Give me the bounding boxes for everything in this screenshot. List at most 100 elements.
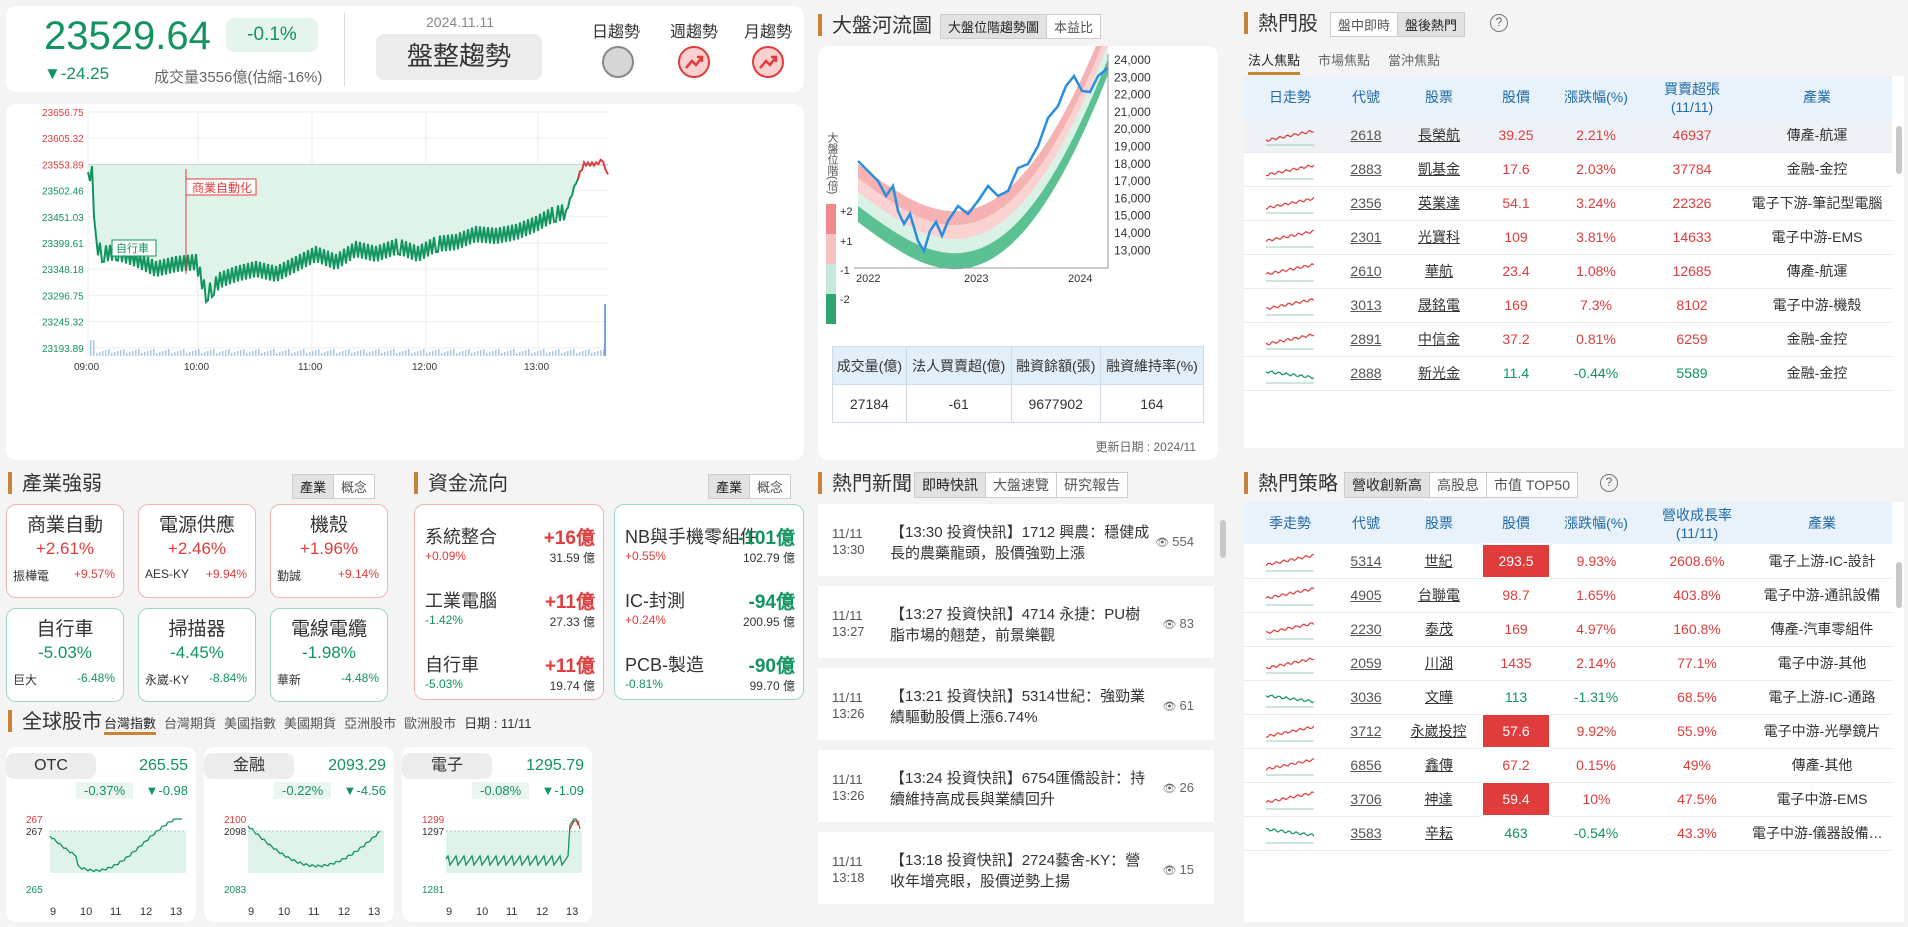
table-row[interactable]: 3583 辛耘 463 -0.54% 43.3% 電子中游-儀器設備工... xyxy=(1244,816,1892,851)
cell-code[interactable]: 5314 xyxy=(1336,544,1396,579)
table-row[interactable]: 2059 川湖 1435 2.14% 77.1% 電子中游-其他 xyxy=(1244,646,1892,681)
cell-name[interactable]: 永崴投控 xyxy=(1396,714,1482,749)
cell-code[interactable]: 2888 xyxy=(1336,356,1396,391)
cell-name[interactable]: 文曄 xyxy=(1396,680,1482,715)
cell-name[interactable]: 鑫傳 xyxy=(1396,748,1482,783)
table-row[interactable]: 2883 凱基金 17.6 2.03% 37784 金融-金控 xyxy=(1244,152,1892,187)
news-headline[interactable]: 【13:21 投資快訊】5314世紀：強勁業績驅動股價上漲6.74% xyxy=(890,686,1150,728)
column-header[interactable]: 產業 xyxy=(1742,76,1892,118)
cell-code[interactable]: 2883 xyxy=(1336,152,1396,187)
news-item[interactable]: 11/11 13:30 【13:30 投資快訊】1712 興農：穩健成長的農藥龍頭… xyxy=(818,504,1214,576)
tab-after-hours[interactable]: 盤後熱門 xyxy=(1398,13,1465,36)
tab-news-live[interactable]: 即時快訊 xyxy=(915,473,986,497)
flow-row[interactable]: 自行車 +11億 -5.03% 19.74 億 xyxy=(415,641,603,695)
tab-europe[interactable]: 歐洲股市 xyxy=(404,713,456,735)
tab-cap-top50[interactable]: 市值 TOP50 xyxy=(1487,473,1577,497)
cell-name[interactable]: 世紀 xyxy=(1396,544,1482,579)
news-item[interactable]: 11/11 13:26 【13:24 投資快訊】6754匯僑設計：持續維持高成長與… xyxy=(818,750,1214,822)
intraday-chart[interactable]: 23656.75 23605.32 23553.89 23502.46 23451.03… xyxy=(6,104,804,460)
cell-name[interactable]: 台聯電 xyxy=(1396,578,1482,613)
column-header[interactable]: 股價 xyxy=(1482,76,1550,118)
table-row[interactable]: 4905 台聯電 98.7 1.65% 403.8% 電子中游-通訊設備 xyxy=(1244,578,1892,613)
news-item[interactable]: 11/11 13:18 【13:18 投資快訊】2724藝舍-KY：營收年增亮眼，… xyxy=(818,832,1214,904)
cell-code[interactable]: 2301 xyxy=(1336,220,1396,255)
scrollbar[interactable] xyxy=(1896,562,1902,608)
index-mini-chart[interactable]: 電子 1295.79 -0.08% ▼-1.09 1299 1297 1281 9 10 11 12… xyxy=(402,747,592,922)
table-row[interactable]: 2888 新光金 11.4 -0.44% 5589 金融-金控 xyxy=(1244,356,1892,391)
table-row[interactable]: 3013 晟銘電 169 7.3% 8102 電子中游-機殼 xyxy=(1244,288,1892,323)
index-mini-chart[interactable]: 金融 2093.29 -0.22% ▼-4.56 2100 2098 2083 9 10 11 12… xyxy=(204,747,394,922)
cell-code[interactable]: 2230 xyxy=(1336,612,1396,647)
help-icon[interactable]: ? xyxy=(1600,474,1618,492)
cell-code[interactable]: 3036 xyxy=(1336,680,1396,715)
cell-code[interactable]: 3583 xyxy=(1336,816,1396,851)
subtab-market[interactable]: 市場焦點 xyxy=(1318,50,1370,75)
subtab-daytrade[interactable]: 當沖焦點 xyxy=(1388,50,1440,75)
table-row[interactable]: 2618 長榮航 39.25 2.21% 46937 傳產-航運 xyxy=(1244,118,1892,153)
news-headline[interactable]: 【13:27 投資快訊】4714 永捷：PU樹脂市場的翹楚，前景樂觀 xyxy=(890,604,1150,646)
tab-high-dividend[interactable]: 高股息 xyxy=(1430,473,1487,497)
column-header[interactable]: 營收成長率 (11/11) xyxy=(1642,502,1752,544)
industry-card[interactable]: 商業自動 +2.61% 振樺電 +9.57% xyxy=(6,504,124,598)
cell-code[interactable]: 2059 xyxy=(1336,646,1396,681)
industry-card[interactable]: 電源供應 +2.46% AES-KY +9.94% xyxy=(138,504,256,598)
subtab-institutional[interactable]: 法人焦點 xyxy=(1248,50,1301,75)
cell-code[interactable]: 6856 xyxy=(1336,748,1396,783)
table-row[interactable]: 5314 世紀 293.5 9.93% 2608.6% 電子上游-IC-設計 xyxy=(1244,543,1892,579)
table-row[interactable]: 2356 英業達 54.1 3.24% 22326 電子下游-筆記型電腦 xyxy=(1244,186,1892,221)
column-header[interactable]: 漲跌幅(%) xyxy=(1550,502,1642,544)
cell-name[interactable]: 華航 xyxy=(1396,254,1482,289)
industry-card[interactable]: 電線電纜 -1.98% 華新 -4.48% xyxy=(270,608,388,702)
cell-code[interactable]: 2891 xyxy=(1336,322,1396,357)
cell-name[interactable]: 新光金 xyxy=(1396,356,1482,391)
table-row[interactable]: 6856 鑫傳 67.2 0.15% 49% 傳產-其他 xyxy=(1244,748,1892,783)
tab-intraday[interactable]: 盤中即時 xyxy=(1331,13,1399,36)
cell-code[interactable]: 2610 xyxy=(1336,254,1396,289)
help-icon[interactable]: ? xyxy=(1490,14,1508,32)
cell-name[interactable]: 光寶科 xyxy=(1396,220,1482,255)
cell-name[interactable]: 英業達 xyxy=(1396,186,1482,221)
cell-code[interactable]: 2618 xyxy=(1336,118,1396,153)
cell-name[interactable]: 川湖 xyxy=(1396,646,1482,681)
cell-code[interactable]: 2356 xyxy=(1336,186,1396,221)
tab-tw-futures[interactable]: 台灣期貨 xyxy=(164,713,216,735)
table-row[interactable]: 2891 中信金 37.2 0.81% 6259 金融-金控 xyxy=(1244,322,1892,357)
column-header[interactable]: 股票 xyxy=(1396,502,1482,544)
tab-tw-index[interactable]: 台灣指數 xyxy=(104,713,157,735)
tab-industry[interactable]: 產業 xyxy=(293,475,335,498)
cell-code[interactable]: 4905 xyxy=(1336,578,1396,613)
tab-revenue-high[interactable]: 營收創新高 xyxy=(1345,473,1430,497)
cell-name[interactable]: 凱基金 xyxy=(1396,152,1482,187)
column-header[interactable]: 日走勢 xyxy=(1244,76,1336,118)
cell-name[interactable]: 神達 xyxy=(1396,782,1482,817)
cell-code[interactable]: 3712 xyxy=(1336,714,1396,749)
column-header[interactable]: 產業 xyxy=(1752,502,1892,544)
industry-card[interactable]: 自行車 -5.03% 巨大 -6.48% xyxy=(6,608,124,702)
tab-us-futures[interactable]: 美國期貨 xyxy=(284,713,336,735)
column-header[interactable]: 股票 xyxy=(1396,76,1482,118)
table-row[interactable]: 2230 泰茂 169 4.97% 160.8% 傳產-汽車零組件 xyxy=(1244,612,1892,647)
tab-river-trend[interactable]: 大盤位階趨勢圖 xyxy=(941,15,1048,38)
flow-row[interactable]: 工業電腦 +11億 -1.42% 27.33 億 xyxy=(415,577,603,631)
industry-card[interactable]: 掃描器 -4.45% 永崴-KY -8.84% xyxy=(138,608,256,702)
tab-news-research[interactable]: 研究報告 xyxy=(1057,473,1127,497)
industry-card[interactable]: 機殼 +1.96% 勤誠 +9.14% xyxy=(270,504,388,598)
scrollbar[interactable] xyxy=(1220,520,1226,558)
cell-code[interactable]: 3013 xyxy=(1336,288,1396,323)
column-header[interactable]: 漲跌幅(%) xyxy=(1550,76,1642,118)
news-headline[interactable]: 【13:18 投資快訊】2724藝舍-KY：營收年增亮眼，股價逆勢上揚 xyxy=(890,850,1150,892)
news-item[interactable]: 11/11 13:26 【13:21 投資快訊】5314世紀：強勁業績驅動股價上漲… xyxy=(818,668,1214,740)
scrollbar[interactable] xyxy=(1896,126,1902,174)
table-row[interactable]: 3036 文曄 113 -1.31% 68.5% 電子上游-IC-通路 xyxy=(1244,680,1892,715)
tab-river-pe[interactable]: 本益比 xyxy=(1047,15,1100,38)
flow-row[interactable]: 系統整合 +16億 +0.09% 31.59 億 xyxy=(415,513,603,567)
flow-row[interactable]: IC-封測 -94億 +0.24% 200.95 億 xyxy=(615,577,803,631)
tab-asia[interactable]: 亞洲股市 xyxy=(344,713,396,735)
tab-us-index[interactable]: 美國指數 xyxy=(224,713,276,735)
tab-flow-industry[interactable]: 產業 xyxy=(709,475,751,498)
column-header[interactable]: 代號 xyxy=(1336,502,1396,544)
table-row[interactable]: 3712 永崴投控 57.6 9.92% 55.9% 電子中游-光學鏡片 xyxy=(1244,713,1892,749)
flow-row[interactable]: PCB-製造 -90億 -0.81% 99.70 億 xyxy=(615,641,803,695)
tab-flow-concept[interactable]: 概念 xyxy=(750,475,790,498)
cell-name[interactable]: 泰茂 xyxy=(1396,612,1482,647)
